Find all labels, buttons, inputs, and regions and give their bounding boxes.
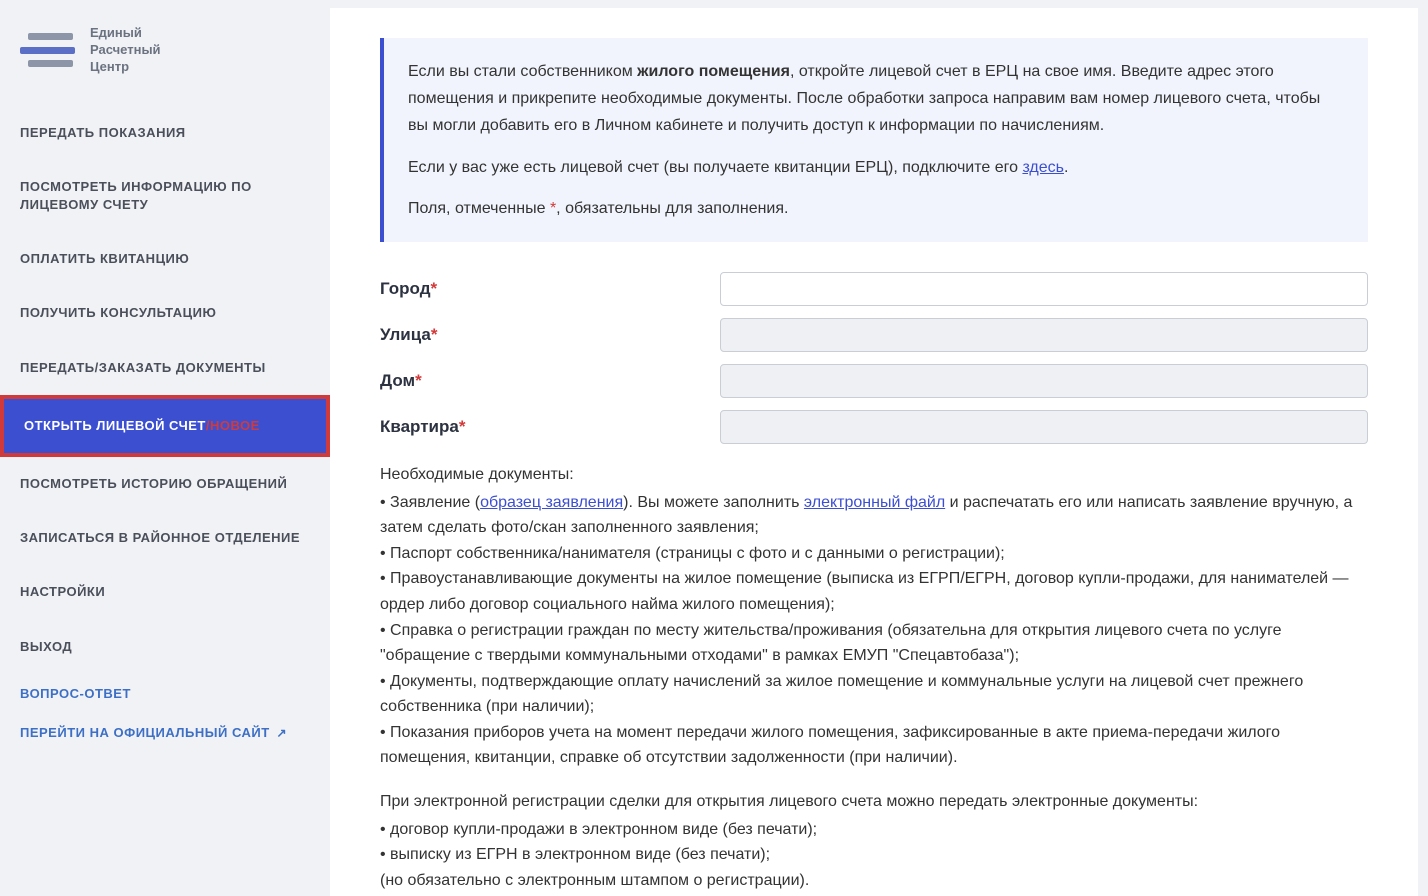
logo-text: Единый Расчетный Центр [90,25,161,76]
street-label: Улица* [380,325,720,345]
nav-consultation[interactable]: ПОЛУЧИТЬ КОНСУЛЬТАЦИЮ [0,286,330,340]
nav-new-badge: /НОВОЕ [206,418,260,433]
nav-submit-readings[interactable]: ПЕРЕДАТЬ ПОКАЗАНИЯ [0,106,330,160]
doc-item-6: Показания приборов учета на момент перед… [380,720,1368,771]
nav-open-account-label: ОТКРЫТЬ ЛИЦЕВОЙ СЧЕТ [24,418,206,433]
nav-logout[interactable]: ВЫХОД [0,620,330,674]
house-input[interactable] [720,364,1368,398]
electronic-file-link[interactable]: электронный файл [804,494,945,511]
info-paragraph-3: Поля, отмеченные *, обязательны для запо… [408,195,1344,222]
doc-item-4: Справка о регистрации граждан по месту ж… [380,618,1368,669]
ereg-item-3: (но обязательно с электронным штампом о … [380,868,1368,894]
info-box: Если вы стали собственником жилого помещ… [380,38,1368,242]
doc-item-3: Правоустанавливающие документы на жилое … [380,566,1368,617]
doc-item-2: Паспорт собственника/нанимателя (страниц… [380,541,1368,567]
house-label: Дом* [380,371,720,391]
nav-faq-link[interactable]: ВОПРОС-ОТВЕТ [0,674,330,713]
nav-history[interactable]: ПОСМОТРЕТЬ ИСТОРИЮ ОБРАЩЕНИЙ [0,457,330,511]
sidebar: Единый Расчетный Центр ПЕРЕДАТЬ ПОКАЗАНИ… [0,0,330,896]
nav-settings[interactable]: НАСТРОЙКИ [0,565,330,619]
nav-pay-invoice[interactable]: ОПЛАТИТЬ КВИТАНЦИЮ [0,232,330,286]
city-input[interactable] [720,272,1368,306]
nav-appointment[interactable]: ЗАПИСАТЬСЯ В РАЙОННОЕ ОТДЕЛЕНИЕ [0,511,330,565]
docs-heading: Необходимые документы: [380,462,1368,488]
nav-list: ПЕРЕДАТЬ ПОКАЗАНИЯ ПОСМОТРЕТЬ ИНФОРМАЦИЮ… [0,106,330,674]
nav-account-info[interactable]: ПОСМОТРЕТЬ ИНФОРМАЦИЮ ПО ЛИЦЕВОМУ СЧЕТУ [0,160,330,232]
logo: Единый Расчетный Центр [0,15,330,106]
apt-label: Квартира* [380,417,720,437]
ereg-heading: При электронной регистрации сделки для о… [380,789,1368,815]
info-paragraph-2: Если у вас уже есть лицевой счет (вы пол… [408,154,1344,181]
street-input[interactable] [720,318,1368,352]
apt-input[interactable] [720,410,1368,444]
logo-icon [20,30,80,70]
city-label: Город* [380,279,720,299]
main-content: Если вы стали собственником жилого помещ… [330,8,1418,896]
nav-open-account[interactable]: ОТКРЫТЬ ЛИЦЕВОЙ СЧЕТ/НОВОЕ [0,395,330,457]
nav-official-site-link[interactable]: ПЕРЕЙТИ НА ОФИЦИАЛЬНЫЙ САЙТ ↗ [0,713,330,752]
ereg-item-1: договор купли-продажи в электронном виде… [380,817,1368,843]
external-link-icon: ↗ [273,726,287,740]
info-paragraph-1: Если вы стали собственником жилого помещ… [408,58,1344,140]
doc-item-5: Документы, подтверждающие оплату начисле… [380,669,1368,720]
doc-item-1: Заявление (образец заявления). Вы можете… [380,490,1368,541]
documents-section: Необходимые документы: Заявление (образе… [380,462,1368,896]
application-sample-link[interactable]: образец заявления [480,494,623,511]
ereg-item-2: выписку из ЕГРН в электронном виде (без … [380,842,1368,868]
connect-here-link[interactable]: здесь [1022,159,1064,176]
nav-documents[interactable]: ПЕРЕДАТЬ/ЗАКАЗАТЬ ДОКУМЕНТЫ [0,341,330,395]
